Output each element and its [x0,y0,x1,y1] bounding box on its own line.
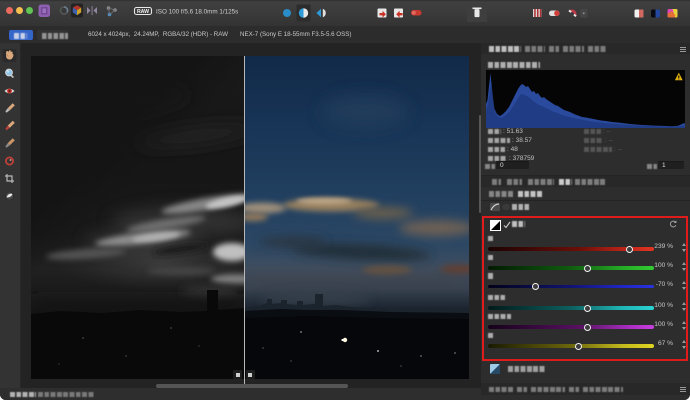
svg-text:ISO 100 f/5.6 18.0mm 1/125s: ISO 100 f/5.6 18.0mm 1/125s [156,8,238,15]
svg-text:RAW: RAW [137,9,149,15]
